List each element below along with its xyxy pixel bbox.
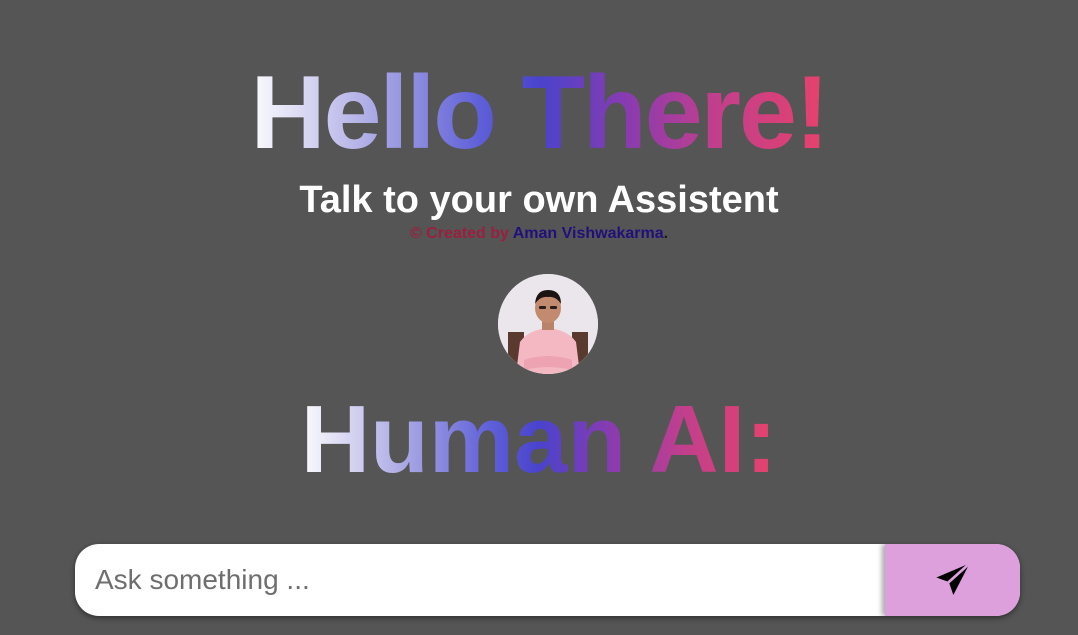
brand-title-text: Human AI: bbox=[297, 390, 781, 490]
avatar-person-icon bbox=[498, 274, 598, 374]
credit-suffix: . bbox=[663, 225, 669, 242]
send-button[interactable] bbox=[885, 544, 1020, 616]
chat-input[interactable] bbox=[75, 544, 885, 616]
hero-title: Hello There! bbox=[0, 58, 1078, 168]
credit-prefix: © Created by bbox=[409, 225, 513, 242]
brand-title: Human AI: bbox=[0, 390, 1078, 490]
send-icon bbox=[935, 562, 971, 595]
avatar bbox=[498, 274, 598, 374]
page-subtitle: Talk to your own Assistent bbox=[299, 179, 779, 221]
credit-author-name: Aman Vishwakarma bbox=[512, 225, 664, 242]
hero-title-text: Hello There! bbox=[245, 58, 834, 168]
author-credit: © Created by Aman Vishwakarma. bbox=[0, 224, 1078, 244]
chat-bar bbox=[75, 544, 1020, 616]
